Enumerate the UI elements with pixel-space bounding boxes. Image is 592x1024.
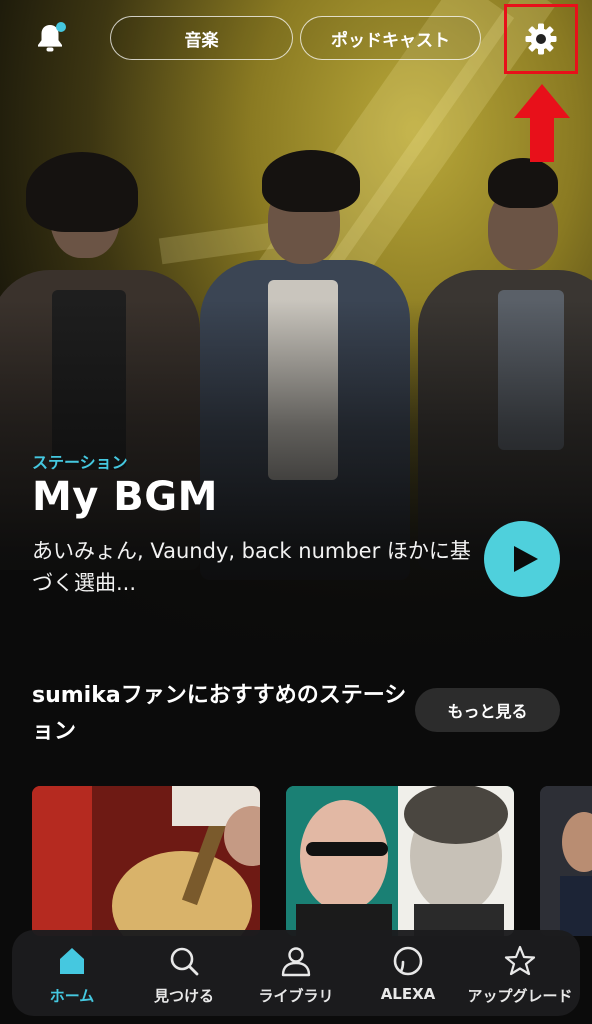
settings-highlight-box bbox=[504, 4, 578, 74]
play-icon bbox=[513, 546, 538, 572]
search-icon bbox=[170, 947, 199, 976]
nav-upgrade[interactable]: アップグレード bbox=[464, 930, 576, 1016]
station-card-artwork bbox=[32, 786, 260, 936]
see-more-label: もっと見る bbox=[447, 702, 528, 721]
station-card[interactable] bbox=[32, 786, 260, 936]
bottom-navigation: ホーム 見つける ライブラリ ALEXA アップグレード bbox=[12, 930, 580, 1016]
see-more-button[interactable]: もっと見る bbox=[415, 688, 560, 732]
station-card-artwork bbox=[540, 786, 592, 936]
hero-title[interactable]: My BGM bbox=[32, 474, 218, 520]
nav-find[interactable]: 見つける bbox=[128, 930, 240, 1016]
tab-music[interactable]: 音楽 bbox=[110, 16, 293, 60]
station-label: ステーション bbox=[32, 453, 128, 472]
station-card[interactable] bbox=[540, 786, 592, 936]
station-card-artwork bbox=[286, 786, 514, 936]
station-card[interactable] bbox=[286, 786, 514, 936]
nav-find-label: 見つける bbox=[153, 987, 214, 1005]
home-icon bbox=[60, 948, 84, 974]
notification-dot bbox=[56, 22, 66, 32]
notification-bell-icon[interactable] bbox=[32, 20, 68, 56]
tab-podcast-label: ポッドキャスト bbox=[331, 30, 450, 51]
nav-library[interactable]: ライブラリ bbox=[240, 930, 352, 1016]
gear-icon[interactable] bbox=[524, 22, 558, 56]
nav-alexa[interactable]: ALEXA bbox=[352, 930, 464, 1016]
person-icon bbox=[281, 947, 311, 977]
tab-music-label: 音楽 bbox=[184, 30, 219, 51]
section-title: sumikaファンにおすすめのステーション bbox=[32, 683, 407, 744]
nav-library-label: ライブラリ bbox=[258, 987, 334, 1005]
nav-alexa-label: ALEXA bbox=[380, 985, 436, 1003]
play-button[interactable] bbox=[484, 521, 560, 597]
nav-home[interactable]: ホーム bbox=[16, 930, 128, 1016]
nav-upgrade-label: アップグレード bbox=[467, 987, 573, 1005]
star-icon bbox=[504, 945, 536, 976]
hero-description: あいみょん, Vaundy, back number ほかに基づく選曲... bbox=[32, 539, 471, 595]
alexa-icon bbox=[393, 946, 423, 976]
tab-podcast[interactable]: ポッドキャスト bbox=[300, 16, 481, 60]
nav-home-label: ホーム bbox=[49, 987, 95, 1005]
red-arrow-annotation bbox=[514, 84, 570, 162]
